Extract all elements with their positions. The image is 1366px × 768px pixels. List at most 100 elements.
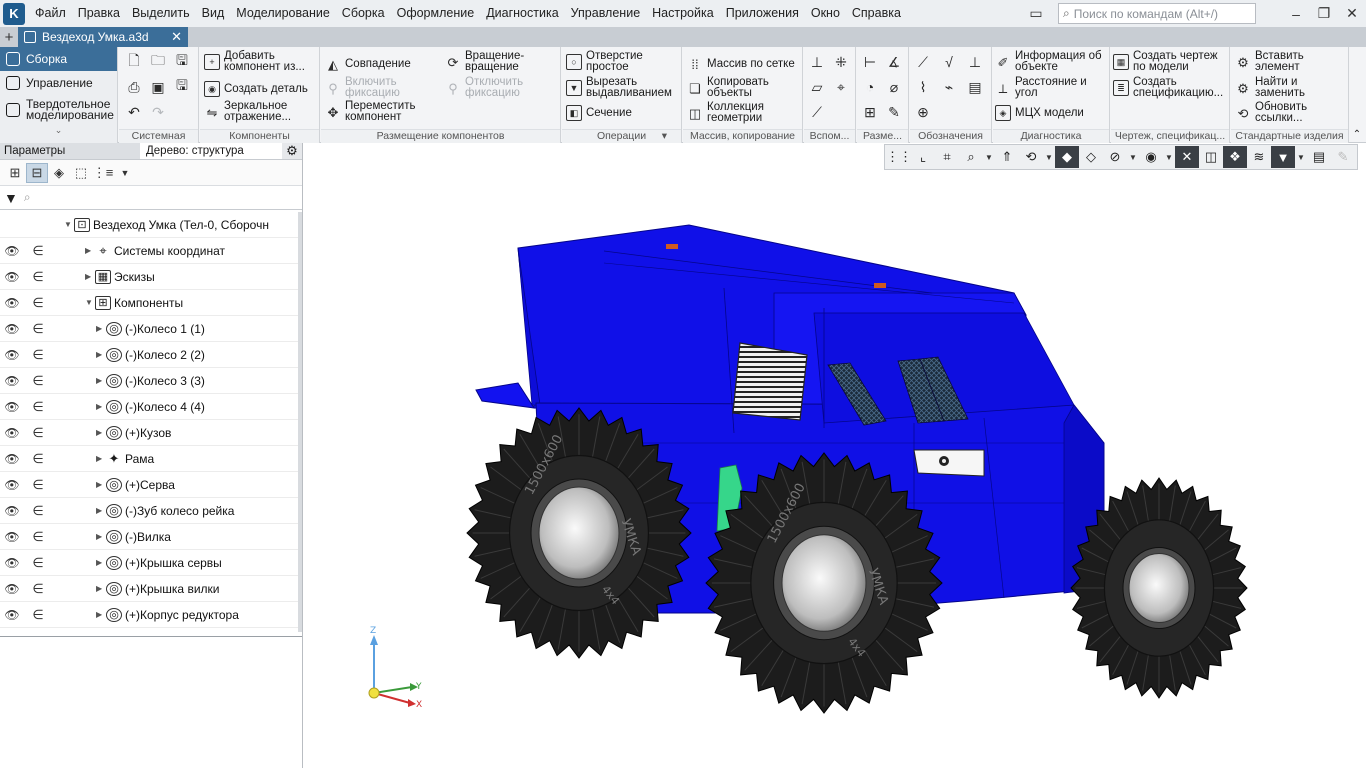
menu-item-6[interactable]: Оформление	[391, 0, 481, 27]
close-icon[interactable]: ✕	[1338, 5, 1366, 22]
tree-scrollbar[interactable]	[298, 212, 302, 632]
tree-row[interactable]: ▼ ⊡ Вездеход Умка (Тел-0, Сборочн	[0, 212, 302, 238]
add-component-button[interactable]: + Добавить компонент из...	[204, 50, 318, 73]
expand-right-icon[interactable]: ▶	[96, 402, 106, 411]
include-icon[interactable]: ∈	[24, 607, 52, 623]
model-view[interactable]: 1500x600УМКА4x41500x600УМКА4x4 Z Y X	[304, 143, 1366, 768]
tree-row[interactable]: 👁 ∈ ▶ ◎ (-)Колесо 4 (4)	[0, 394, 302, 420]
tree-row[interactable]: 👁 ∈ ▶ ◎ (+)Крышка сервы	[0, 550, 302, 576]
restore-icon[interactable]: ❐	[1310, 5, 1338, 22]
display-dropdown-icon[interactable]: ▼	[1163, 153, 1175, 162]
tree-filter-input[interactable]	[34, 187, 302, 208]
coincidence-button[interactable]: ◭ Совпадение	[325, 56, 439, 72]
cut-extrude-button[interactable]: ▼ Вырезать выдавливанием	[566, 76, 680, 99]
include-icon[interactable]: ∈	[24, 321, 52, 337]
zoom-dropdown-icon[interactable]: ▼	[983, 153, 995, 162]
create-drawing-button[interactable]: ▦ Создать чертеж по модели	[1113, 50, 1229, 73]
tree-row[interactable]: 👁 ∈ ▶ ▦ Эскизы	[0, 264, 302, 290]
visibility-eye-icon[interactable]: 👁	[0, 244, 24, 258]
visibility-eye-icon[interactable]: 👁	[0, 582, 24, 596]
tree-components-icon[interactable]: ⊟	[26, 162, 48, 183]
expand-right-icon[interactable]: ▶	[85, 272, 95, 281]
print-icon[interactable]: ⎙	[125, 78, 143, 96]
include-icon[interactable]: ∈	[24, 347, 52, 363]
include-icon[interactable]: ∈	[24, 555, 52, 571]
perspective-icon[interactable]: ✕	[1175, 146, 1199, 168]
menu-item-2[interactable]: Выделить	[126, 0, 196, 27]
document-tab[interactable]: Вездеход Умка.a3d ✕	[18, 27, 188, 47]
close-doc-icon[interactable]: ▣	[149, 78, 167, 96]
ribbon-collapse-icon[interactable]: ⌃	[1348, 125, 1366, 143]
visibility-eye-icon[interactable]: 👁	[0, 348, 24, 362]
tab-close-icon[interactable]: ✕	[171, 29, 182, 45]
menu-item-3[interactable]: Вид	[196, 0, 231, 27]
create-part-button[interactable]: ◉ Создать деталь	[204, 81, 318, 97]
edit-size-icon[interactable]: ✎	[885, 103, 903, 121]
mode-management[interactable]: Управление	[0, 71, 117, 95]
save-icon[interactable]: 🖫	[173, 52, 191, 71]
aux-plane-icon[interactable]: ▱	[808, 78, 826, 96]
visibility-eye-icon[interactable]: 👁	[0, 400, 24, 414]
visibility-eye-icon[interactable]: 👁	[0, 530, 24, 544]
visibility-eye-icon[interactable]: 👁	[0, 504, 24, 518]
create-spec-button[interactable]: ≣ Создать спецификацию...	[1113, 76, 1229, 99]
zoom-icon[interactable]: ⌕	[959, 146, 983, 168]
visibility-eye-icon[interactable]: 👁	[0, 608, 24, 622]
properties-icon[interactable]: ▤	[1307, 146, 1331, 168]
shaded-icon[interactable]: ◆	[1055, 146, 1079, 168]
mode-solid[interactable]: Твердотельное моделирование	[0, 95, 117, 125]
new-tab-icon[interactable]: +	[0, 27, 18, 47]
display-icon[interactable]: ◉	[1139, 146, 1163, 168]
wireframe-icon[interactable]: ◇	[1079, 146, 1103, 168]
lights-icon[interactable]: ❖	[1223, 146, 1247, 168]
visibility-eye-icon[interactable]: 👁	[0, 556, 24, 570]
include-icon[interactable]: ∈	[24, 477, 52, 493]
section-button[interactable]: ◧ Сечение	[566, 105, 680, 121]
expand-right-icon[interactable]: ▶	[85, 246, 95, 255]
visibility-eye-icon[interactable]: 👁	[0, 270, 24, 284]
filter-icon[interactable]: ▼	[4, 190, 18, 206]
aux-point-icon[interactable]: ⁜	[832, 53, 850, 71]
menu-item-9[interactable]: Настройка	[646, 0, 720, 27]
edit-pen-icon[interactable]: ✎	[1331, 146, 1355, 168]
expand-right-icon[interactable]: ▶	[96, 558, 106, 567]
tab-parameters[interactable]: Параметры	[0, 143, 140, 159]
tree-row[interactable]: 👁 ∈ ▶ ◎ (+)Серва	[0, 472, 302, 498]
linear-size-icon[interactable]: ⊢	[861, 53, 879, 71]
roughness-icon[interactable]: √	[940, 53, 958, 71]
tree-view-icon[interactable]: ⋮≡	[92, 163, 114, 183]
aux-cs-icon[interactable]: ⌖	[832, 78, 850, 96]
tree-row[interactable]: 👁 ∈ ▶ ⌖ Системы координат	[0, 238, 302, 264]
expand-right-icon[interactable]: ▶	[96, 532, 106, 541]
visibility-eye-icon[interactable]: 👁	[0, 478, 24, 492]
orient-icon[interactable]: ⌞	[911, 146, 935, 168]
menu-item-4[interactable]: Моделирование	[230, 0, 336, 27]
expand-right-icon[interactable]: ▶	[96, 454, 106, 463]
base-icon[interactable]: ⊥	[966, 53, 984, 71]
radial-size-icon[interactable]: ◔	[861, 78, 879, 96]
include-icon[interactable]: ∈	[24, 269, 52, 285]
minimize-icon[interactable]: –	[1282, 6, 1310, 22]
marking-icon[interactable]: ⌇	[914, 78, 932, 96]
expand-right-icon[interactable]: ▶	[96, 350, 106, 359]
include-icon[interactable]: ∈	[24, 425, 52, 441]
include-icon[interactable]: ∈	[24, 503, 52, 519]
include-icon[interactable]: ∈	[24, 295, 52, 311]
menu-item-0[interactable]: Файл	[29, 0, 72, 27]
mirror-button[interactable]: ⇋ Зеркальное отражение...	[204, 100, 318, 123]
visibility-eye-icon[interactable]: 👁	[0, 426, 24, 440]
menu-item-5[interactable]: Сборка	[336, 0, 391, 27]
grid-snap-icon[interactable]: ⋮⋮	[886, 146, 912, 168]
weld-icon[interactable]: ⌁	[940, 78, 958, 96]
section-view-icon[interactable]: ◫	[1199, 146, 1223, 168]
simple-hole-button[interactable]: ○ Отверстие простое	[566, 50, 680, 73]
layers-icon[interactable]: ≋	[1247, 146, 1271, 168]
geometry-collection-button[interactable]: ◫ Коллекция геометрии	[687, 101, 801, 124]
angle-size-icon[interactable]: ∡	[885, 53, 903, 71]
include-icon[interactable]: ∈	[24, 399, 52, 415]
find-replace-button[interactable]: ⚙ Найти и заменить	[1235, 76, 1347, 99]
auto-size-icon[interactable]: ⊞	[861, 103, 879, 121]
visibility-eye-icon[interactable]: 👁	[0, 296, 24, 310]
visibility-eye-icon[interactable]: 👁	[0, 452, 24, 466]
aux-axis-icon[interactable]: ⊥	[808, 53, 826, 71]
